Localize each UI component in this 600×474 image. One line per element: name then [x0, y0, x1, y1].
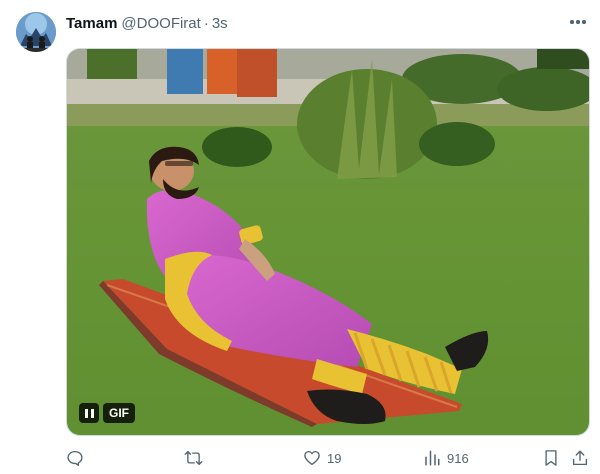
retweet-button[interactable]	[184, 448, 209, 468]
share-icon	[572, 450, 588, 466]
retweet-icon	[184, 450, 203, 466]
reply-icon	[67, 450, 83, 467]
gif-badge: GIF	[103, 403, 135, 423]
pause-button[interactable]	[79, 403, 99, 423]
gif-controls: GIF	[79, 403, 135, 423]
avatar-image	[16, 12, 56, 52]
more-horizontal-icon	[570, 20, 574, 24]
views-count: 916	[447, 450, 469, 466]
gif-media[interactable]: GIF	[66, 48, 590, 436]
display-name[interactable]: Tamam	[66, 15, 117, 32]
more-options-button[interactable]	[566, 12, 590, 32]
bookmark-icon	[545, 450, 557, 466]
heart-icon	[304, 450, 320, 466]
user-handle[interactable]: @DOOFirat	[121, 15, 200, 32]
views-button[interactable]: 916	[423, 448, 469, 468]
reply-button[interactable]	[66, 448, 90, 468]
pause-icon	[84, 408, 88, 418]
share-button[interactable]	[571, 448, 589, 468]
gif-frame	[67, 49, 589, 435]
avatar[interactable]	[16, 12, 56, 52]
separator-dot: ·	[203, 14, 209, 32]
tweet-header: Tamam @DOOFirat · 3s	[66, 13, 228, 33]
views-bar-chart-icon	[425, 450, 440, 466]
tweet-card: Tamam @DOOFirat · 3s GIF 19 916	[0, 0, 600, 474]
bookmark-button[interactable]	[542, 448, 560, 468]
tweet-actions: 19 916	[66, 448, 592, 468]
like-count: 19	[327, 450, 342, 466]
timestamp[interactable]: 3s	[212, 15, 228, 32]
like-button[interactable]: 19	[303, 448, 341, 468]
